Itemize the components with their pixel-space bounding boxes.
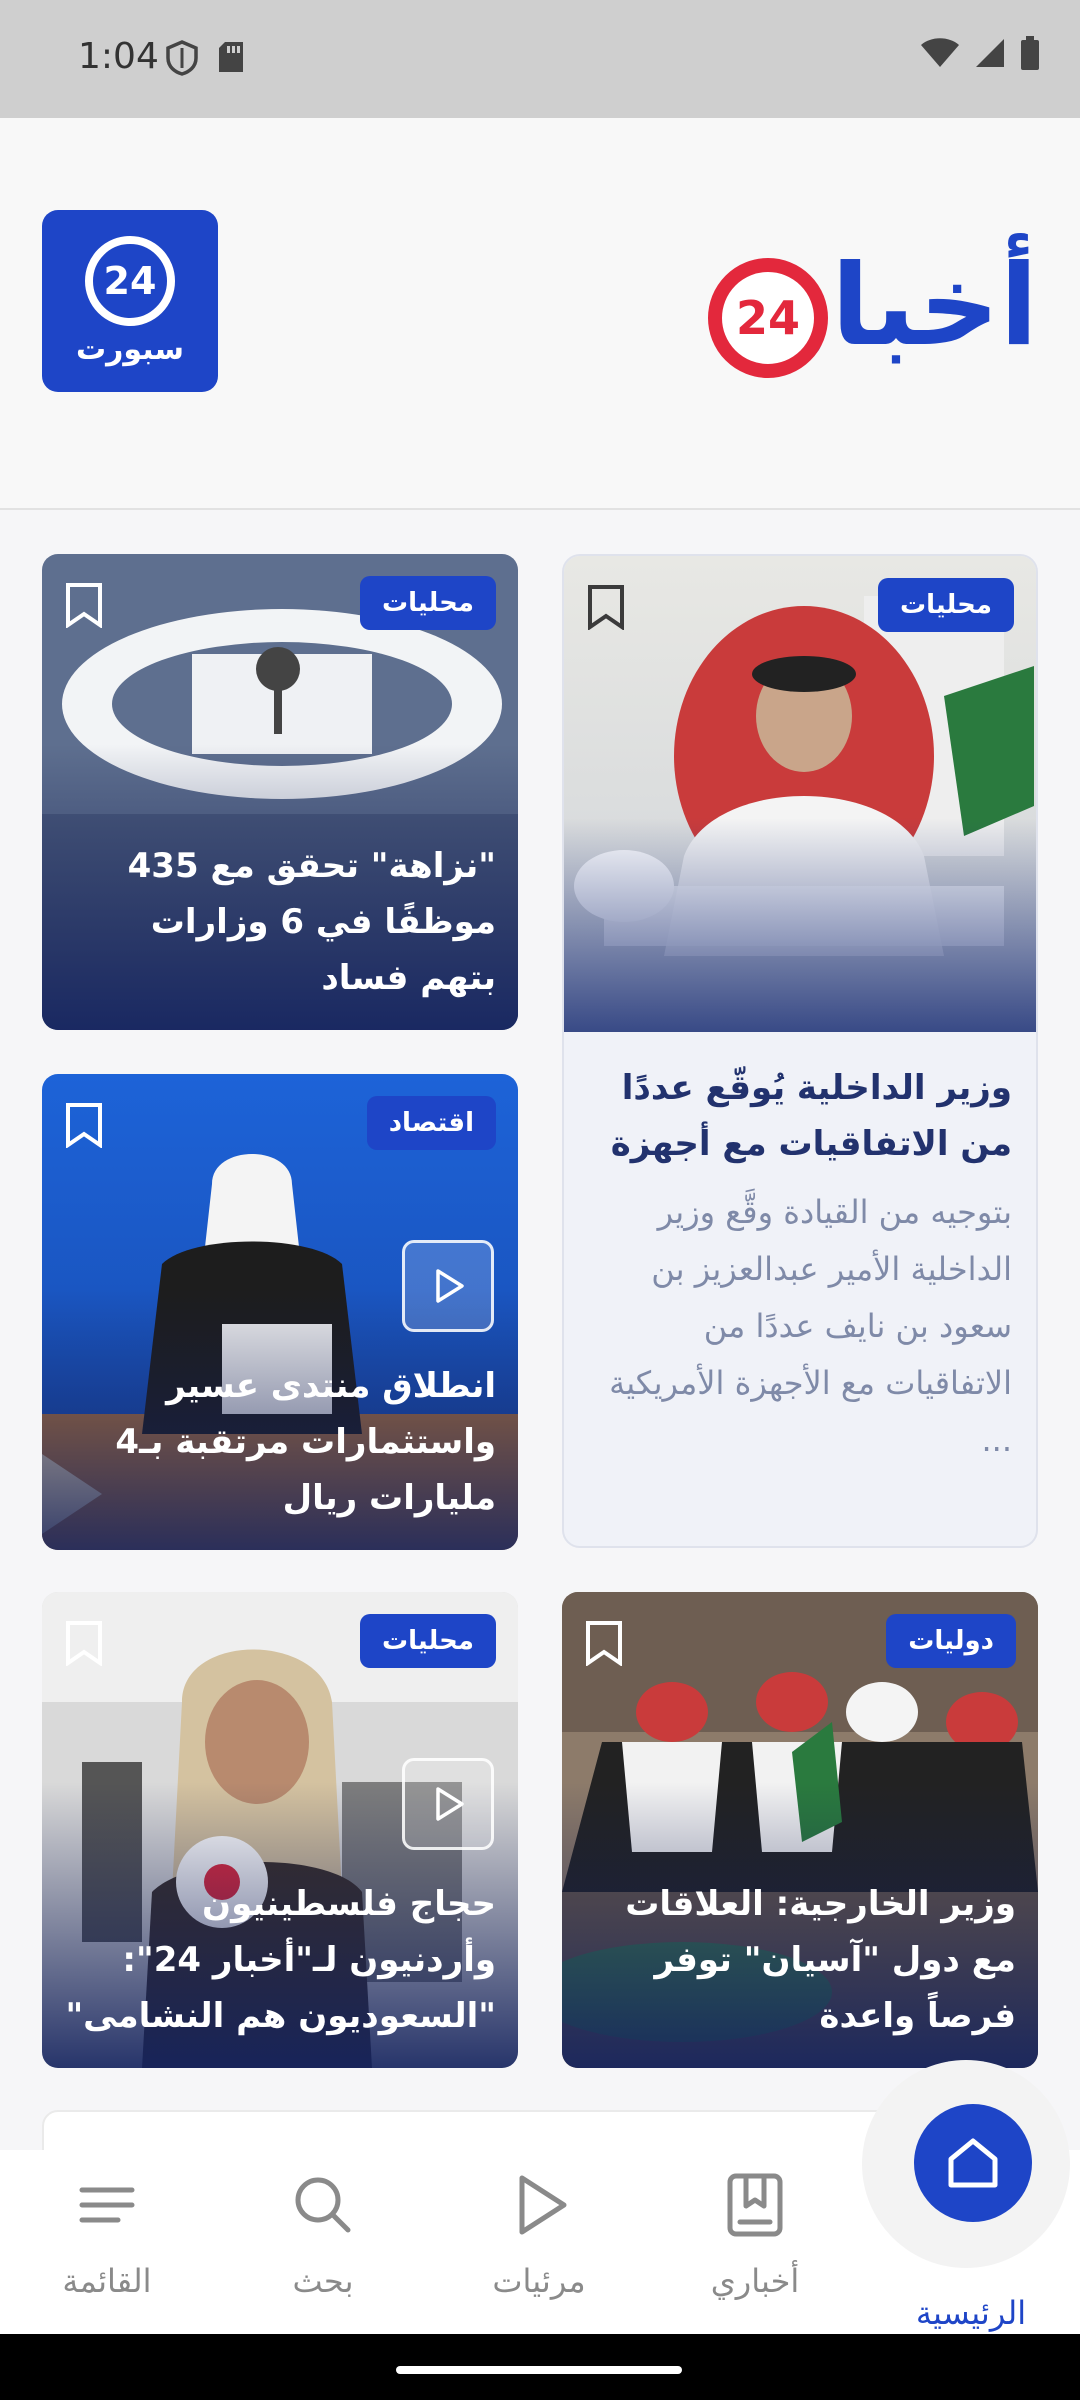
category-badge[interactable]: محليات (360, 576, 496, 630)
home-icon (948, 2138, 998, 2188)
featured-article-description: بتوجيه من القيادة وقَّع وزير الداخلية ال… (609, 1193, 1012, 1459)
article-card[interactable]: محليات حجاج فلسطينيون وأردنيون لـ"أخبار … (42, 1592, 518, 2068)
nav-search[interactable]: بحث (228, 2170, 418, 2320)
wifi-icon (921, 38, 959, 67)
battery-icon (1021, 36, 1039, 70)
nav-menu[interactable]: القائمة (12, 2170, 202, 2320)
saved-news-icon (727, 2173, 783, 2237)
article-card[interactable]: دوليات وزير الخارجية: العلاقات مع دول "آ… (562, 1592, 1038, 2068)
bookmark-icon[interactable] (584, 1620, 624, 1666)
sport-logo-text: سبورت (76, 331, 184, 367)
play-icon (519, 2175, 567, 2235)
nav-search-label: بحث (292, 2262, 354, 2300)
nav-my-news-label: أخباري (710, 2262, 800, 2300)
featured-article-title: وزير الداخلية يُوقّع عددًا من الاتفاقيات… (610, 1068, 1012, 1164)
sd-card-icon (219, 42, 243, 72)
article-card[interactable]: اقتصاد انطلاق منتدى عسير واستثمارات مرتق… (42, 1074, 518, 1550)
bookmark-icon[interactable] (64, 1620, 104, 1666)
category-badge[interactable]: محليات (360, 1614, 496, 1668)
nav-home-label: الرئيسية (915, 2294, 1027, 2332)
play-video-icon[interactable] (402, 1240, 494, 1332)
bookmark-icon[interactable] (586, 584, 626, 630)
shield-icon (166, 40, 198, 76)
category-badge[interactable]: اقتصاد (366, 1096, 496, 1150)
nav-menu-label: القائمة (62, 2262, 152, 2300)
article-title: وزير الخارجية: العلاقات مع دول "آسيان" ت… (625, 1884, 1016, 2036)
sport-24-logo-button[interactable]: 24 سبورت (42, 210, 218, 392)
sport-logo-number: 24 (85, 235, 175, 326)
home-button[interactable] (914, 2104, 1032, 2222)
search-icon (295, 2177, 351, 2233)
main-logo-number: 24 (708, 258, 828, 378)
bookmark-icon[interactable] (64, 1102, 104, 1148)
home-gesture-handle[interactable] (396, 2366, 682, 2374)
category-badge[interactable]: دوليات (886, 1614, 1016, 1668)
app-header: 24 سبورت أخبار 24 (0, 118, 1080, 510)
nav-videos-label: مرئيات (492, 2262, 586, 2300)
cell-signal-icon (976, 39, 1004, 67)
article-title: انطلاق منتدى عسير واستثمارات مرتقبة بـ4 … (115, 1366, 496, 1518)
article-title: حجاج فلسطينيون وأردنيون لـ"أخبار 24": "ا… (65, 1884, 496, 2036)
play-video-icon[interactable] (402, 1758, 494, 1850)
featured-article-card[interactable]: محليات وزير الداخلية يُوقّع عددًا من الا… (562, 554, 1038, 1548)
akhbar-24-logo: أخبار 24 (708, 226, 1038, 386)
article-card[interactable]: محليات "نزاهة" تحقق مع 435 موظفًا في 6 و… (42, 554, 518, 1030)
status-time: 1:04 (78, 36, 159, 77)
status-bar: 1:04 (0, 0, 1080, 118)
bookmark-icon[interactable] (64, 582, 104, 628)
article-title: "نزاهة" تحقق مع 435 موظفًا في 6 وزارات ب… (127, 846, 496, 998)
category-badge[interactable]: محليات (878, 578, 1014, 632)
nav-videos[interactable]: مرئيات (444, 2170, 634, 2320)
menu-icon (79, 2187, 135, 2223)
nav-my-news[interactable]: أخباري (660, 2170, 850, 2320)
